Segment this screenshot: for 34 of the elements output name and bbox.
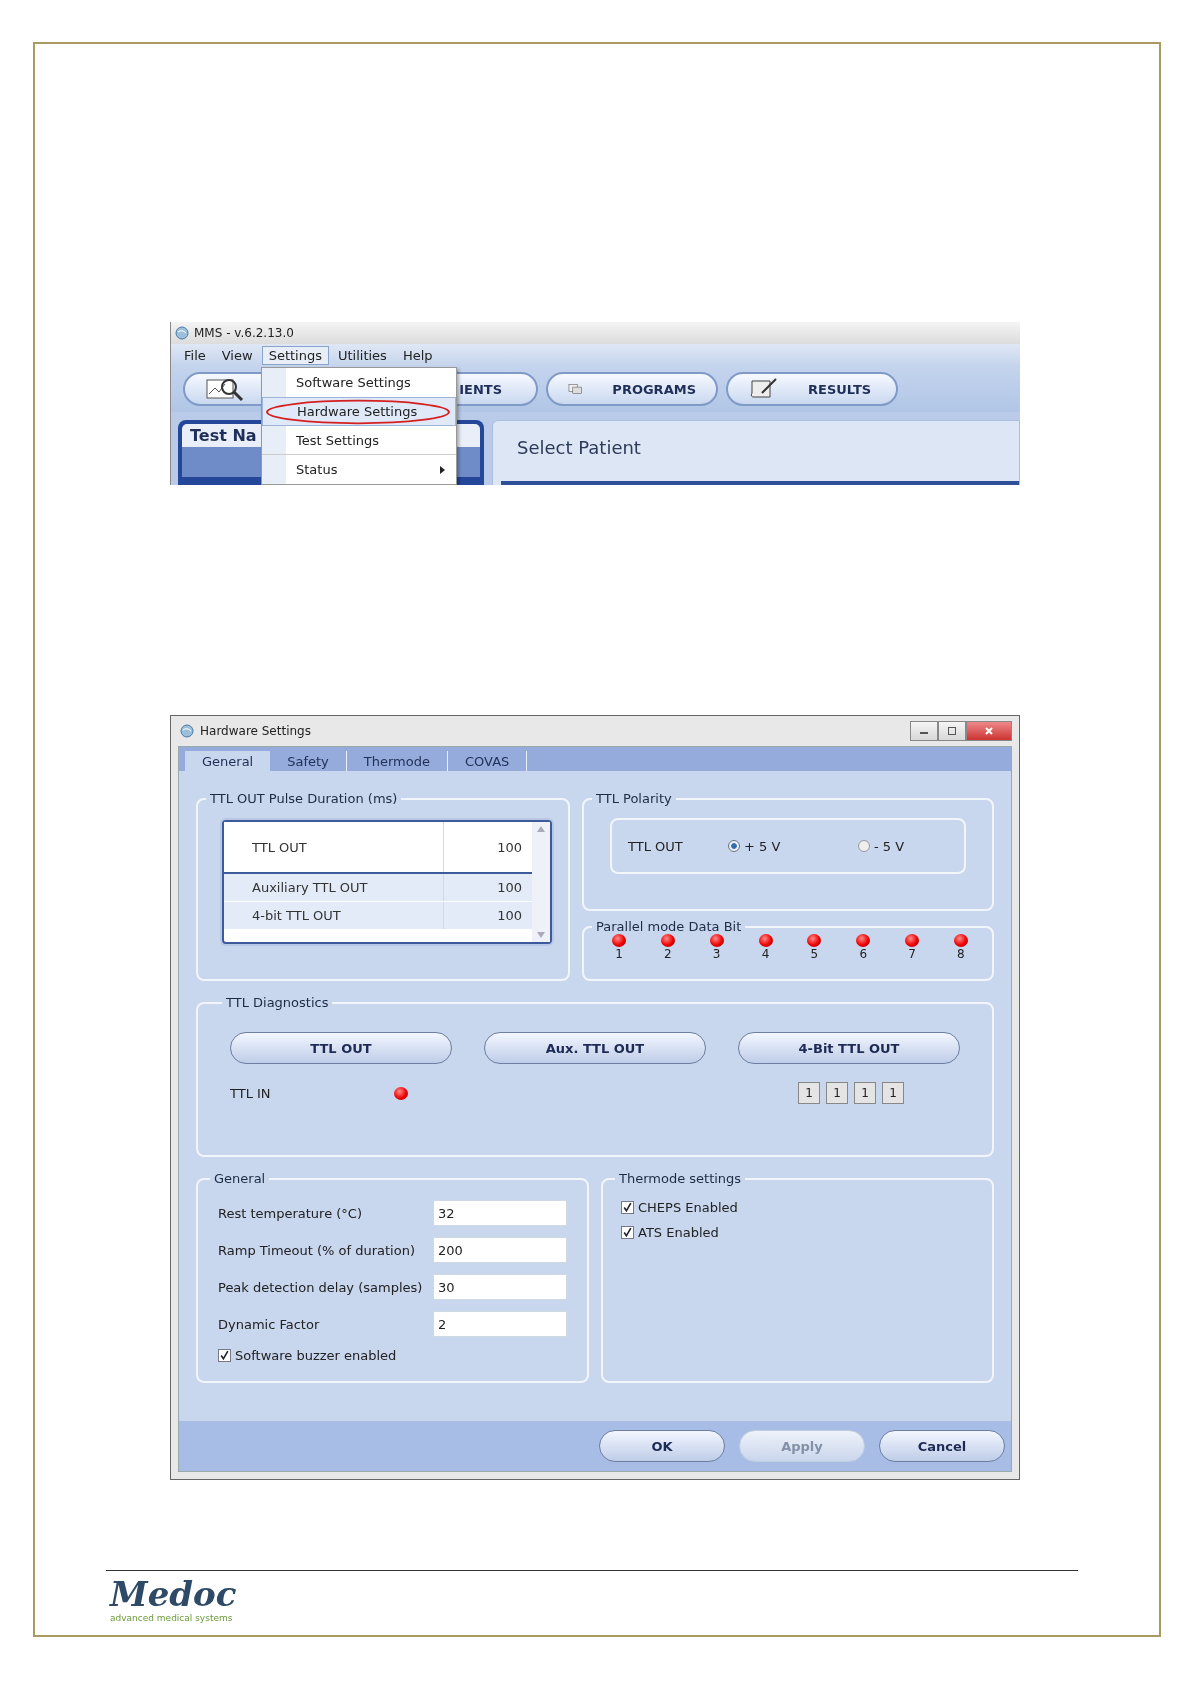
bit-value: 1 <box>882 1082 904 1104</box>
bit-label: 4 <box>761 947 770 961</box>
group-title: TTL Diagnostics <box>225 995 330 1010</box>
bit-value: 1 <box>798 1082 820 1104</box>
table-cell-text: 100 <box>496 908 523 923</box>
group-title: TTL Polarity <box>595 791 673 806</box>
field-label: Ramp Timeout (% of duration) <box>218 1242 416 1258</box>
bit-label: 3 <box>712 947 721 961</box>
group-title: General <box>213 1171 267 1186</box>
window-title: MMS - v.6.2.13.0 <box>194 326 294 340</box>
field-label: Rest temperature (°C) <box>218 1205 363 1221</box>
table-cell: TTL OUT <box>224 822 444 872</box>
field-label: Dynamic Factor <box>218 1316 321 1332</box>
table-cell-text: 100 <box>496 880 523 895</box>
table-cell: 4-bit TTL OUT <box>224 902 444 929</box>
panel-title: Select Patient <box>517 437 641 458</box>
table-cell: Auxiliary TTL OUT <box>224 874 444 901</box>
bit-label: 7 <box>908 947 916 961</box>
bit-value: 1 <box>826 1082 848 1104</box>
bit-value: 1 <box>854 1082 876 1104</box>
group-title: Parallel mode Data Bit <box>595 919 743 934</box>
table-cell-text: 100 <box>496 839 523 855</box>
group-title: TTL OUT Pulse Duration (ms) <box>209 791 399 806</box>
field-label: Peak detection delay (samples) <box>218 1279 424 1295</box>
bit-label: 8 <box>957 947 965 961</box>
bit-label: 6 <box>859 947 868 961</box>
company-logo: Medoc advanced medical systems <box>108 1575 237 1623</box>
input-label: TTL IN <box>230 1085 272 1101</box>
bit-label: 5 <box>810 947 819 961</box>
window-title: Hardware Settings <box>200 724 311 738</box>
bit-label: 2 <box>664 947 672 961</box>
bit-label: 1 <box>615 947 623 961</box>
group-title: Thermode settings <box>618 1171 743 1186</box>
option-label: TTL OUT <box>628 838 684 854</box>
